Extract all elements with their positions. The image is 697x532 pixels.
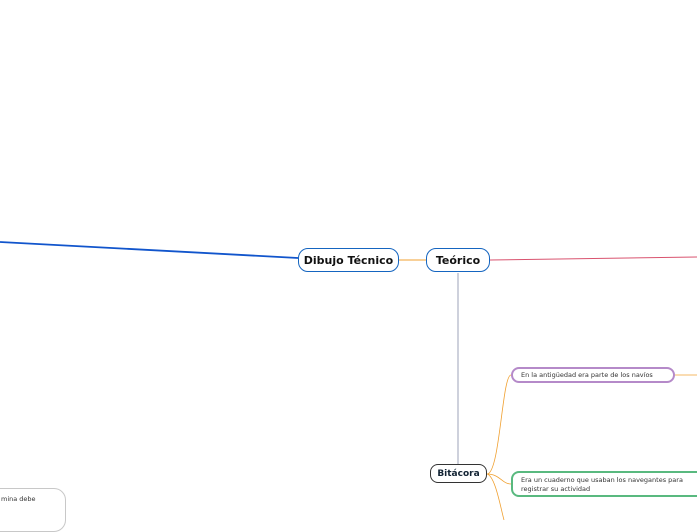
link-teorico-to-right [489,256,697,261]
node-dibujo-tecnico[interactable]: Dibujo Técnico [298,248,399,272]
node-teorico[interactable]: Teórico [426,248,490,272]
link-offscreen-to-dibujo [0,241,299,259]
node-cuaderno-line2: registrar su actividad [521,485,591,493]
link-bitacora-to-bottom [486,473,505,520]
link-bitacora-to-cuaderno [486,473,512,485]
node-cuaderno-line1: Era un cuaderno que usaban los navegante… [521,476,683,484]
node-lamina-partial[interactable]: mina debe [0,488,66,532]
node-bitacora-label: Bitácora [437,468,480,479]
node-dibujo-tecnico-label: Dibujo Técnico [303,253,394,267]
node-bitacora[interactable]: Bitácora [430,464,487,483]
node-antiguedad-label: En la antigüedad era parte de los navíos [521,371,653,379]
node-antiguedad[interactable]: En la antigüedad era parte de los navíos [511,367,675,383]
node-lamina-label: mina debe [1,495,36,503]
node-teorico-label: Teórico [435,253,481,267]
node-cuaderno[interactable]: Era un cuaderno que usaban los navegante… [511,471,697,497]
link-bitacora-to-antiguedad [486,374,512,475]
